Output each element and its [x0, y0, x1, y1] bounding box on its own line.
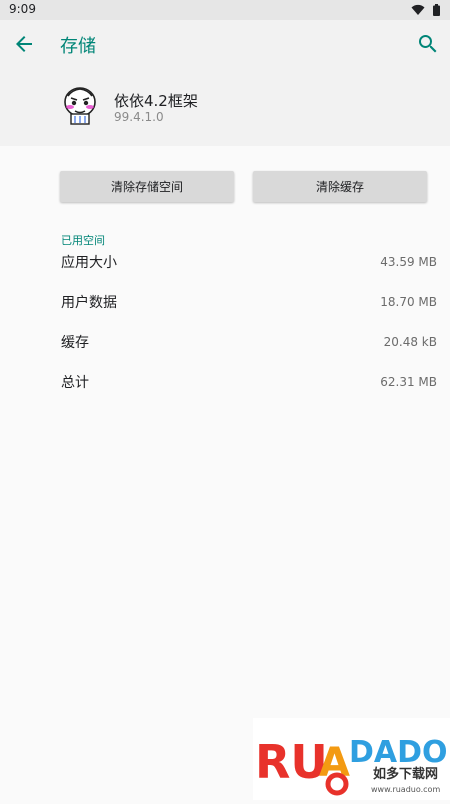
- storage-row-user-data: 用户数据 18.70 MB: [61, 290, 437, 314]
- app-header: 依依4.2框架 99.4.1.0: [0, 68, 450, 146]
- search-icon[interactable]: [416, 32, 440, 56]
- svg-text:如多下载网: 如多下载网: [373, 766, 438, 782]
- toolbar: 存储: [0, 20, 450, 68]
- status-icons: [411, 3, 440, 17]
- svg-text:www.ruaduo.com: www.ruaduo.com: [371, 785, 440, 794]
- clear-storage-button[interactable]: 清除存储空间: [60, 171, 234, 202]
- watermark-logo-graphic: RU A DADO 如多下载网 www.ruaduo.com: [255, 735, 448, 796]
- wifi-icon: [411, 4, 425, 15]
- row-label: 缓存: [61, 335, 89, 351]
- section-title-used-space: 已用空间: [61, 234, 105, 247]
- arrow-back-icon[interactable]: [12, 32, 36, 56]
- status-time: 9:09: [9, 2, 36, 16]
- battery-icon: [433, 4, 440, 16]
- row-label: 用户数据: [61, 295, 117, 311]
- row-value: 18.70 MB: [380, 295, 437, 309]
- watermark-logo: RU A DADO 如多下载网 www.ruaduo.com: [253, 718, 450, 800]
- svg-text:DADO: DADO: [349, 735, 448, 770]
- storage-row-total: 总计 62.31 MB: [61, 370, 437, 394]
- app-name: 依依4.2框架: [114, 92, 198, 110]
- clear-cache-button[interactable]: 清除缓存: [253, 171, 427, 202]
- row-value: 43.59 MB: [380, 255, 437, 269]
- row-value: 20.48 kB: [383, 335, 437, 349]
- row-value: 62.31 MB: [380, 375, 437, 389]
- storage-row-cache: 缓存 20.48 kB: [61, 330, 437, 354]
- page-title: 存储: [60, 36, 96, 57]
- row-label: 总计: [61, 375, 89, 391]
- row-label: 应用大小: [61, 255, 117, 271]
- svg-text:RU: RU: [255, 735, 328, 789]
- app-version: 99.4.1.0: [114, 110, 164, 124]
- storage-row-app-size: 应用大小 43.59 MB: [61, 250, 437, 274]
- status-bar: 9:09: [0, 0, 450, 20]
- app-icon: [64, 87, 96, 125]
